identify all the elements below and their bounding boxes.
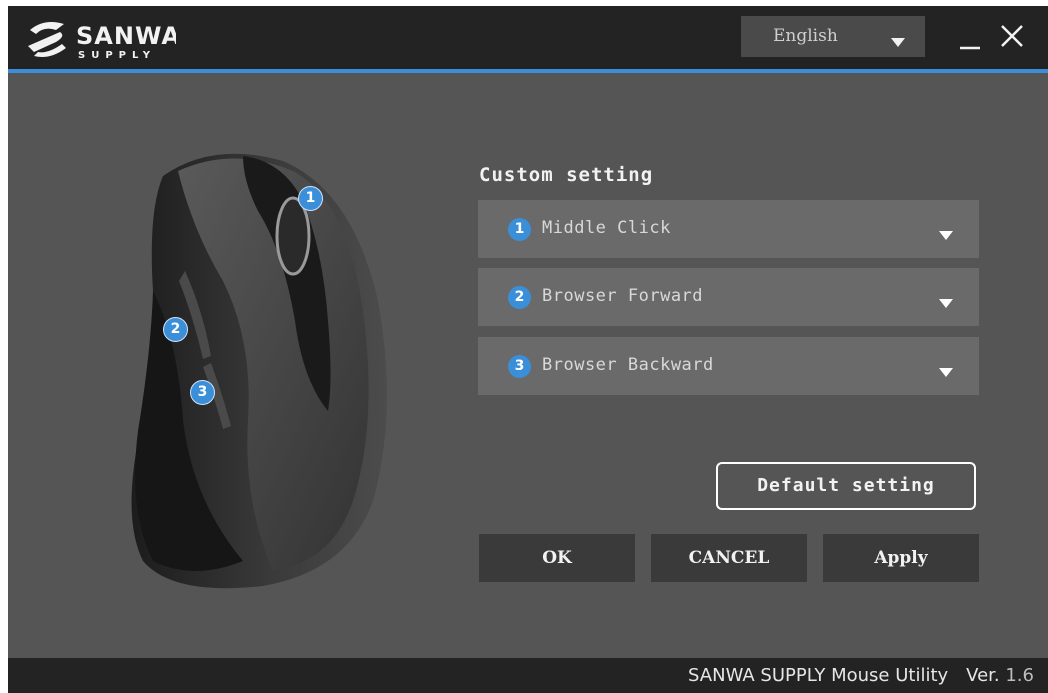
mouse-callout-3: 3 [190,380,215,405]
button-3-action-select[interactable]: 3 Browser Backward [478,337,979,395]
status-text: SANWA SUPPLY Mouse Utility Ver. 1.6 [688,665,1034,686]
chevron-down-icon [891,32,905,51]
button-1-action-label: Middle Click [542,218,671,238]
title-bar: SANWA SUPPLY English [8,6,1048,69]
status-bar: SANWA SUPPLY Mouse Utility Ver. 1.6 [8,658,1048,693]
chevron-down-icon [939,362,953,381]
section-title: Custom setting [479,164,654,186]
mouse-illustration [123,141,393,601]
app-window: SANWA SUPPLY English 1 2 3 Custom settin… [8,6,1048,693]
language-select[interactable]: English [741,16,925,57]
button-2-action-select[interactable]: 2 Browser Forward [478,268,979,326]
mouse-callout-1: 1 [298,186,323,211]
close-icon [1001,25,1023,47]
minimize-button[interactable] [956,22,986,52]
button-2-action-label: Browser Forward [542,286,704,306]
ok-button[interactable]: OK [479,534,635,582]
button-3-action-label: Browser Backward [542,355,714,375]
default-setting-button[interactable]: Default setting [716,462,976,510]
chevron-down-icon [939,225,953,244]
sanwa-supply-logo: SANWA SUPPLY [26,16,176,60]
cancel-button[interactable]: CANCEL [651,534,807,582]
minimize-icon [960,46,980,50]
button-number-badge: 3 [508,355,531,378]
chevron-down-icon [939,293,953,312]
svg-text:SANWA: SANWA [76,22,176,50]
apply-button[interactable]: Apply [823,534,979,582]
title-accent-line [8,69,1048,73]
button-number-badge: 2 [508,286,531,309]
language-value: English [773,26,838,46]
button-1-action-select[interactable]: 1 Middle Click [478,200,979,258]
svg-text:SUPPLY: SUPPLY [78,50,156,60]
button-number-badge: 1 [508,218,531,241]
version-label: Ver. [966,665,1000,686]
mouse-callout-2: 2 [163,317,188,342]
app-name: SANWA SUPPLY Mouse Utility [688,665,949,686]
close-button[interactable] [998,22,1028,52]
version-number: 1.6 [1005,665,1034,686]
